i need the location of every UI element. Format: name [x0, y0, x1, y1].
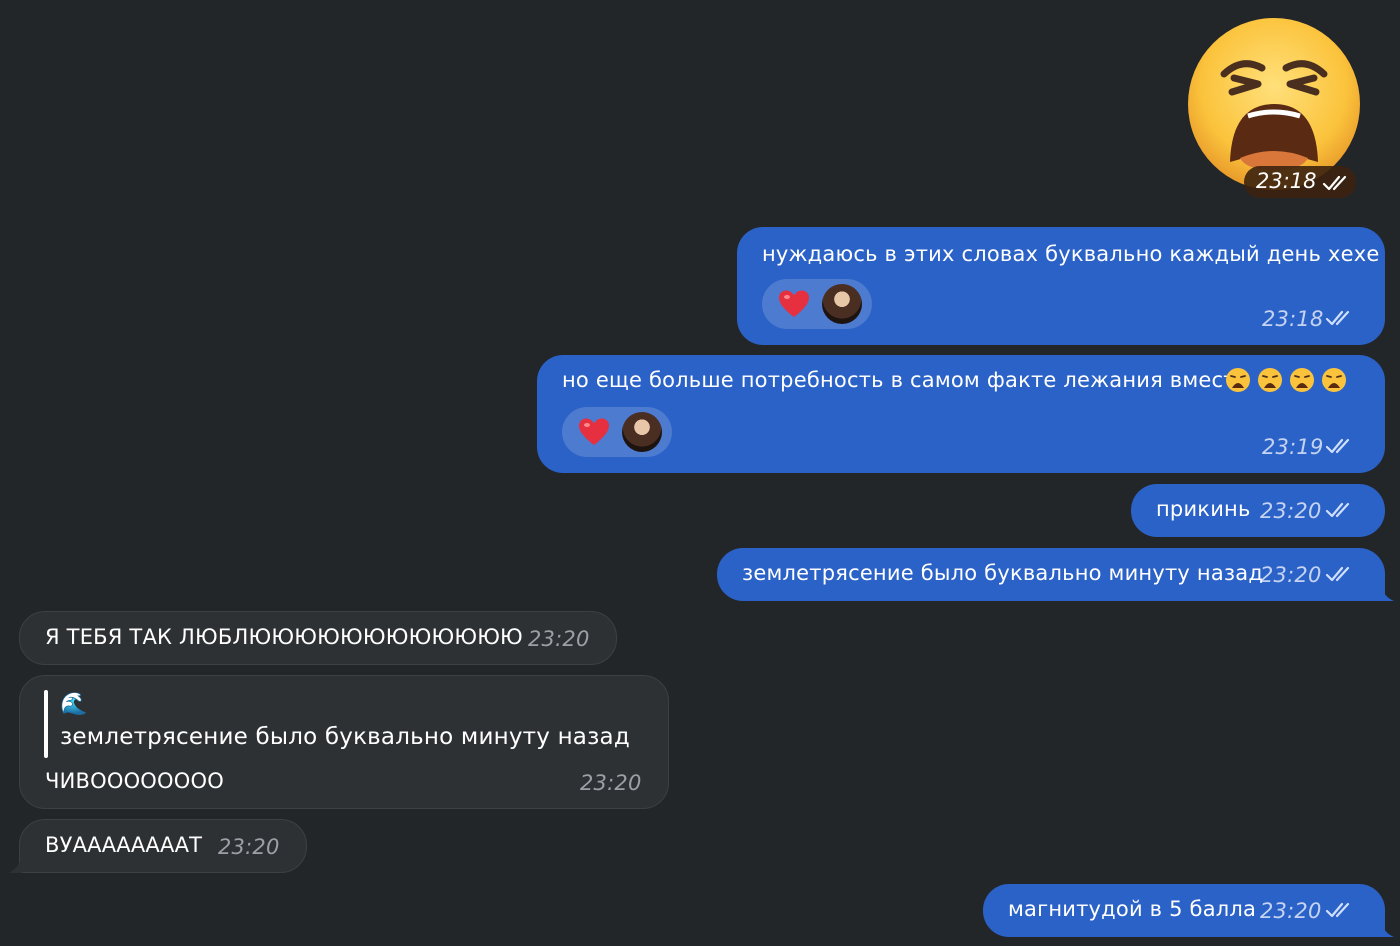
message-time: 23:20	[580, 771, 642, 795]
message-text: Я ТЕБЯ ТАК ЛЮБЛЮЮЮЮЮЮЮЮЮЮЮЮ	[45, 625, 523, 649]
double-check-icon	[1322, 175, 1347, 191]
heart-reaction-icon	[579, 418, 609, 445]
message-text-body: но еще больше потребность в самом факте …	[562, 368, 1249, 392]
double-check-icon	[1325, 902, 1350, 918]
bubble-tail	[1380, 585, 1394, 601]
emoji-row	[1225, 367, 1353, 393]
reaction-chip[interactable]	[762, 279, 872, 329]
weary-face-icon	[1226, 368, 1250, 392]
double-check-icon	[1325, 310, 1350, 326]
bubble-tail	[8, 857, 22, 873]
quote-title-emoji: 🌊	[60, 692, 88, 717]
sticker-time-badge: 23:18	[1244, 166, 1356, 198]
message-time: 23:20	[528, 627, 590, 651]
weary-face-icon	[1290, 368, 1314, 392]
quote-bar	[44, 690, 48, 758]
message-text: но еще больше потребность в самом факте …	[562, 367, 1249, 393]
sticker-message[interactable]: 23:18	[1180, 10, 1365, 200]
outgoing-message[interactable]: магнитудой в 5 балла 23:20	[983, 884, 1385, 937]
outgoing-message[interactable]: нуждаюсь в этих словах буквально каждый …	[737, 227, 1385, 345]
message-text: ЧИВОООООООО	[45, 769, 224, 793]
heart-reaction-icon	[779, 290, 809, 317]
double-check-icon	[1325, 438, 1350, 454]
message-time: 23:20	[1260, 899, 1322, 923]
message-time: 23:20	[1260, 563, 1322, 587]
chat-history: 23:18 нуждаюсь в этих словах буквально к…	[0, 0, 1400, 946]
message-text: землетрясение было буквально минуту наза…	[742, 561, 1264, 585]
weary-face-icon	[1322, 368, 1346, 392]
incoming-reply-message[interactable]: 🌊 землетрясение было буквально минуту на…	[19, 675, 669, 809]
message-time: 23:18	[1262, 307, 1324, 331]
message-time: 23:18	[1256, 169, 1317, 193]
reactor-avatar	[622, 412, 662, 452]
incoming-message[interactable]: ВУААААААААТ 23:20	[19, 819, 307, 873]
message-time: 23:20	[1260, 499, 1322, 523]
message-time: 23:20	[218, 835, 280, 859]
message-time: 23:19	[1262, 435, 1324, 459]
message-text: магнитудой в 5 балла	[1008, 897, 1257, 921]
quote-text: землетрясение было буквально минуту наза…	[60, 724, 630, 750]
double-check-icon	[1325, 502, 1350, 518]
weary-face-sticker	[1188, 18, 1360, 190]
outgoing-message[interactable]: но еще больше потребность в самом факте …	[537, 355, 1385, 473]
bubble-tail	[1380, 921, 1394, 937]
reactor-avatar	[822, 284, 862, 324]
reply-quote[interactable]: 🌊 землетрясение было буквально минуту на…	[60, 690, 630, 754]
outgoing-message[interactable]: прикинь 23:20	[1131, 484, 1385, 537]
weary-face-icon	[1258, 368, 1282, 392]
double-check-icon	[1325, 566, 1350, 582]
message-text: нуждаюсь в этих словах буквально каждый …	[762, 242, 1380, 266]
outgoing-message[interactable]: землетрясение было буквально минуту наза…	[717, 548, 1385, 601]
incoming-message[interactable]: Я ТЕБЯ ТАК ЛЮБЛЮЮЮЮЮЮЮЮЮЮЮЮ 23:20	[19, 611, 617, 665]
reaction-chip[interactable]	[562, 407, 672, 457]
message-text: ВУААААААААТ	[45, 833, 203, 857]
message-text: прикинь	[1156, 497, 1251, 521]
